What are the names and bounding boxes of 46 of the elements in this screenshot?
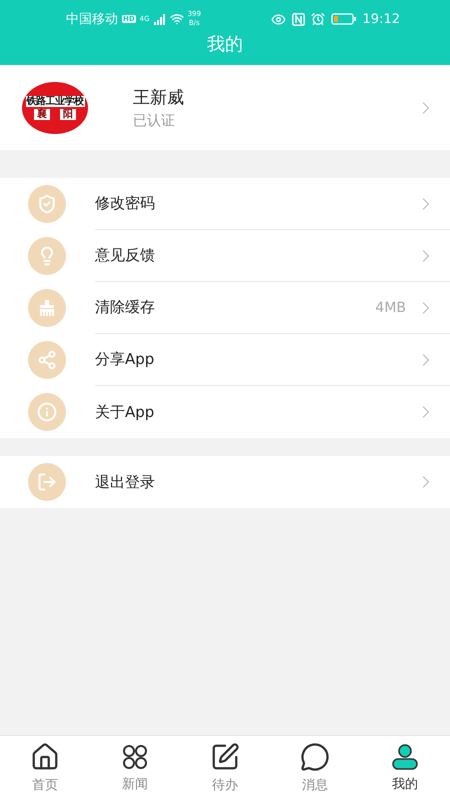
signal-icon <box>154 14 166 24</box>
alarm-clock-icon <box>310 12 325 26</box>
profile-card[interactable]: 铁路工业学校 襄 阳 王新威 已认证 <box>0 65 450 150</box>
tab-label: 首页 <box>32 777 58 794</box>
menu-label: 修改密码 <box>95 194 156 213</box>
eye-icon <box>270 12 286 26</box>
tab-item[interactable]: 待办 <box>180 736 270 800</box>
wifi-icon <box>170 12 184 26</box>
tab-item[interactable]: 首页 <box>0 736 90 800</box>
tab-label: 待办 <box>212 777 238 794</box>
info-icon <box>37 402 57 422</box>
menu-label: 退出登录 <box>95 472 156 492</box>
menu-item[interactable]: 分享App <box>0 334 450 386</box>
user-name: 王新威 <box>133 86 185 108</box>
cache-size: 4MB <box>375 300 406 316</box>
tab-label: 新闻 <box>122 776 148 793</box>
menu-item[interactable]: 修改密码 <box>0 178 450 230</box>
menu-item[interactable]: 退出登录 <box>0 456 450 508</box>
four-petal-icon <box>121 743 149 771</box>
battery-icon <box>330 13 357 25</box>
school-logo: 铁路工业学校 襄 阳 <box>22 82 88 134</box>
verification-status: 已认证 <box>133 112 176 130</box>
tab-item[interactable]: 新闻 <box>90 736 180 800</box>
menu-label: 意见反馈 <box>95 246 156 265</box>
tab-label: 消息 <box>302 777 328 794</box>
page-title: 我的 <box>207 33 243 56</box>
menu-label: 分享App <box>95 350 156 369</box>
menu-item[interactable]: 关于App <box>0 386 450 438</box>
nfc-icon <box>292 12 305 26</box>
carrier-name: 中国移动 <box>66 11 118 28</box>
menu-item[interactable]: 清除缓存 4MB <box>0 282 450 334</box>
menu-label: 关于App <box>95 402 156 422</box>
logout-icon <box>37 472 57 492</box>
home-icon <box>30 742 60 772</box>
brush-icon <box>37 298 57 318</box>
shield-check-icon <box>37 194 57 214</box>
menu-item[interactable]: 意见反馈 <box>0 230 450 282</box>
tab-item[interactable]: 我的 <box>360 736 450 800</box>
tab-item[interactable]: 消息 <box>270 736 360 800</box>
share-icon <box>37 350 57 370</box>
tab-label: 我的 <box>392 776 418 793</box>
chat-bubble-icon <box>300 742 330 772</box>
user-icon <box>391 743 419 771</box>
menu-label: 清除缓存 <box>95 298 156 317</box>
clock-time: 19:12 <box>362 12 400 26</box>
edit-icon <box>210 742 240 772</box>
